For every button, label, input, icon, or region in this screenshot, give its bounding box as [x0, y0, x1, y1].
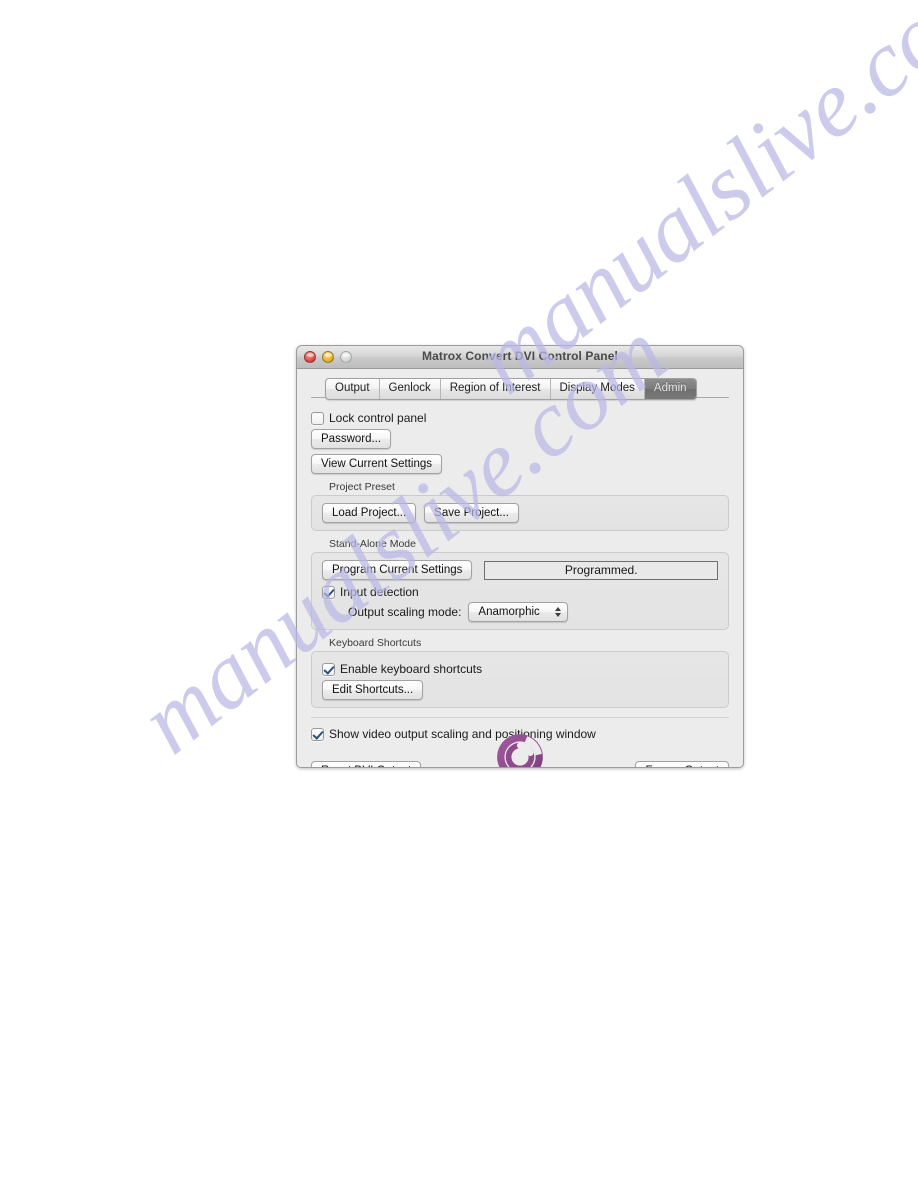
password-row: Password... — [311, 429, 729, 449]
keyboard-shortcuts-group-label: Keyboard Shortcuts — [329, 637, 422, 649]
stepper-arrows-icon — [555, 607, 563, 617]
program-current-settings-button[interactable]: Program Current Settings — [322, 560, 473, 580]
password-button[interactable]: Password... — [311, 429, 392, 449]
lock-control-panel-checkbox[interactable] — [311, 411, 324, 425]
footer-divider — [311, 717, 729, 718]
view-current-settings-button[interactable]: View Current Settings — [311, 454, 443, 474]
tab-group: Output Genlock Region of Interest Displa… — [325, 378, 697, 400]
window-body: Output Genlock Region of Interest Displa… — [297, 378, 743, 767]
window-titlebar[interactable]: Matrox Convert DVI Control Panel — [297, 346, 743, 369]
chevron-up-icon — [555, 607, 562, 611]
edit-shortcuts-button[interactable]: Edit Shortcuts... — [322, 680, 424, 700]
programmed-status-field: Programmed. — [484, 560, 718, 580]
show-scaling-window-label: Show video output scaling and positionin… — [329, 727, 596, 741]
admin-panel-content: Lock control panel Password... View Curr… — [297, 402, 743, 708]
show-scaling-window-checkbox[interactable] — [311, 727, 324, 741]
input-detection-label: Input detection — [340, 585, 419, 599]
enable-keyboard-shortcuts-label: Enable keyboard shortcuts — [340, 662, 483, 676]
reset-dvi-output-button[interactable]: Reset DVI Output — [311, 761, 422, 767]
load-project-button[interactable]: Load Project... — [322, 503, 417, 523]
output-scaling-row: Output scaling mode: Anamorphic — [322, 602, 718, 622]
tab-output[interactable]: Output — [326, 379, 380, 399]
footer-button-row: Reset DVI Output Freeze Output — [311, 761, 729, 767]
edit-shortcuts-row: Edit Shortcuts... — [322, 680, 718, 700]
window-title: Matrox Convert DVI Control Panel — [422, 349, 618, 363]
enable-keyboard-shortcuts-row[interactable]: Enable keyboard shortcuts — [322, 662, 718, 676]
output-scaling-mode-value: Anamorphic — [478, 606, 540, 618]
tab-display-modes[interactable]: Display Modes — [551, 379, 645, 399]
stand-alone-mode-group-label: Stand-Alone Mode — [329, 538, 416, 550]
chevron-down-icon — [555, 613, 562, 617]
view-current-settings-row: View Current Settings — [311, 454, 729, 474]
project-preset-group-label: Project Preset — [329, 481, 395, 493]
tab-genlock[interactable]: Genlock — [380, 379, 441, 399]
tab-region-of-interest[interactable]: Region of Interest — [441, 379, 551, 399]
tab-bar: Output Genlock Region of Interest Displa… — [297, 378, 743, 402]
save-project-button[interactable]: Save Project... — [424, 503, 519, 523]
window-footer: Show video output scaling and positionin… — [297, 721, 743, 767]
output-scaling-mode-select[interactable]: Anamorphic — [468, 602, 569, 622]
keyboard-shortcuts-group: Enable keyboard shortcuts Edit Shortcuts… — [311, 651, 729, 708]
control-panel-window: Matrox Convert DVI Control Panel Output … — [296, 345, 744, 768]
input-detection-checkbox[interactable] — [322, 585, 335, 599]
lock-control-panel-row[interactable]: Lock control panel — [311, 411, 729, 425]
project-preset-group: Load Project... Save Project... — [311, 495, 729, 531]
input-detection-row[interactable]: Input detection — [322, 585, 718, 599]
stand-alone-mode-group: Program Current Settings Programmed. Inp… — [311, 552, 729, 630]
tab-admin[interactable]: Admin — [644, 379, 696, 399]
lock-control-panel-label: Lock control panel — [329, 411, 427, 425]
enable-keyboard-shortcuts-checkbox[interactable] — [322, 662, 335, 676]
project-preset-buttons: Load Project... Save Project... — [322, 503, 718, 523]
output-scaling-label: Output scaling mode: — [348, 605, 462, 619]
freeze-output-button[interactable]: Freeze Output — [635, 761, 729, 767]
program-settings-row: Program Current Settings Programmed. — [322, 560, 718, 580]
